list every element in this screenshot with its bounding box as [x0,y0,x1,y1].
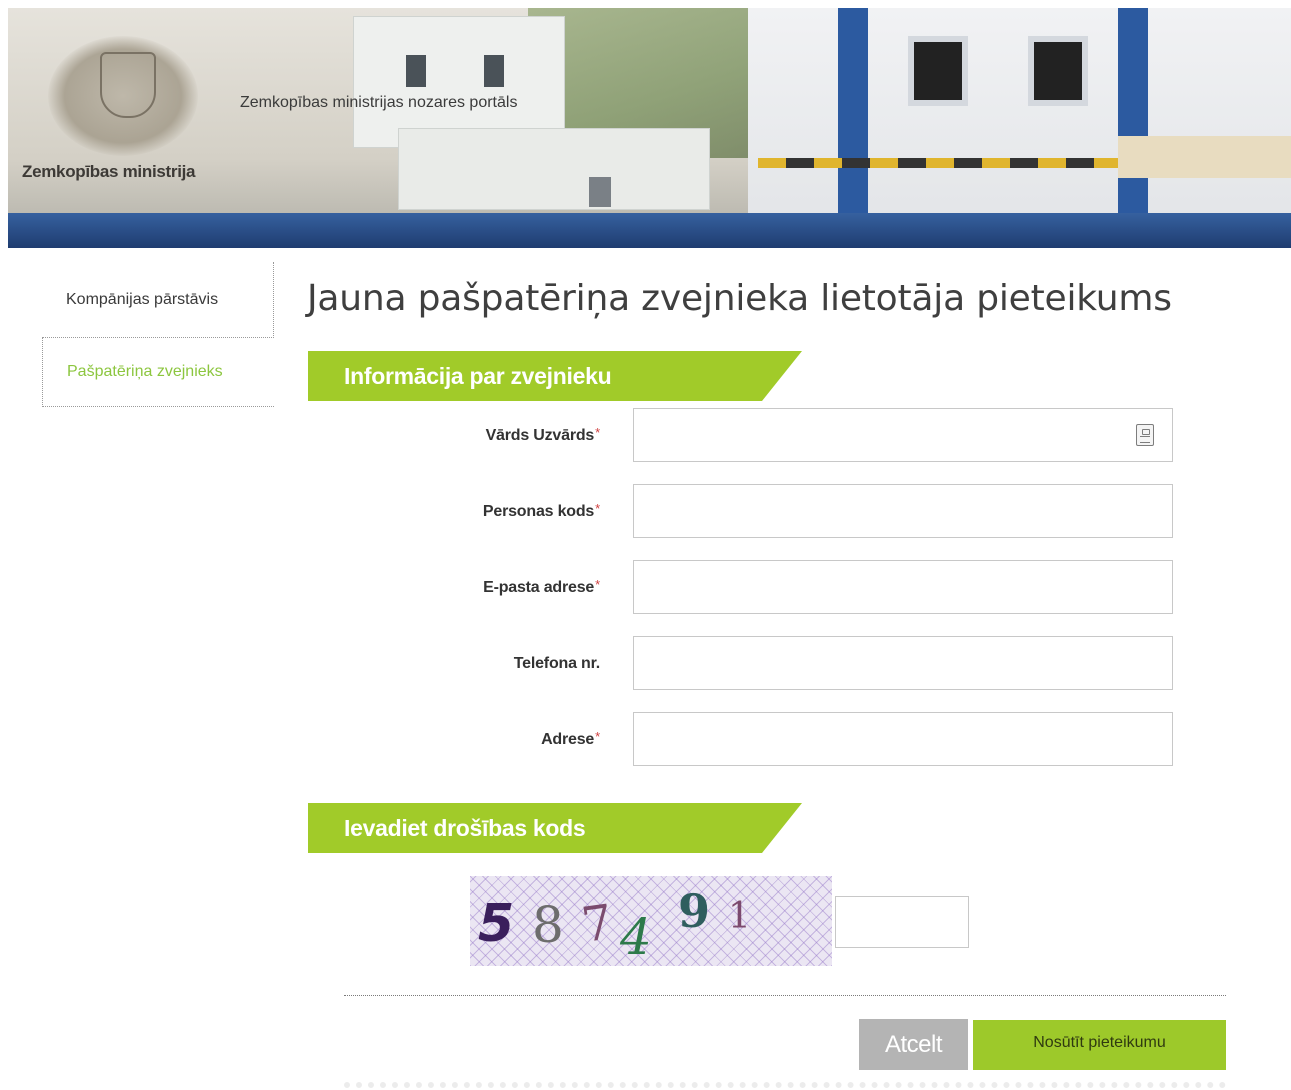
banner-crates [1118,136,1291,178]
banner-hull [8,213,1291,248]
portal-title: Zemkopības ministrijas nozares portāls [240,94,518,111]
captcha-digit: 5 [478,894,515,954]
header-banner: Zemkopības ministrija Zemkopības ministr… [8,8,1291,248]
full-name-label: Vārds Uzvārds * [485,408,601,464]
captcha-digit: 1 [728,896,751,937]
sidebar-item-company-representative[interactable]: Kompānijas pārstāvis [42,262,274,338]
captcha-digit: 8 [532,896,564,954]
full-name-label-text: Vārds Uzvārds [485,427,595,444]
banner-pillar [838,8,868,223]
banner-pillar [1118,8,1148,223]
address-field[interactable] [633,712,1173,766]
sidebar-item-label: Pašpatēriņa zvejnieks [67,363,223,380]
captcha-digit: 9 [678,884,711,938]
section-heading-label: Ievadiet drošības kods [344,814,586,841]
banner-ship-deck [398,128,710,210]
form-row-full-name: Vārds Uzvārds * [308,408,1178,464]
coat-of-arms-shield-icon [100,52,156,118]
contact-autofill-icon[interactable] [1136,424,1154,446]
captcha-digit: 7 [578,894,617,954]
banner-window [589,177,611,207]
form-row-address: Adrese * [308,712,1178,768]
personal-code-field[interactable] [633,484,1173,538]
banner-building [748,8,1291,223]
email-field[interactable] [633,560,1173,614]
section-heading-security-code: Ievadiet drošības kods [308,803,802,853]
address-label: Adrese * [541,712,600,768]
email-label: E-pasta adrese * [483,560,600,616]
captcha-image: 5 8 7 4 9 1 [470,876,832,966]
address-label-text: Adrese [541,731,595,748]
banner-window [1028,36,1088,106]
required-marker: * [595,424,600,440]
form-row-phone: Telefona nr. [308,636,1178,692]
banner-window [406,55,426,87]
sidebar-item-label: Kompānijas pārstāvis [66,290,219,308]
ministry-name: Zemkopības ministrija [22,162,196,181]
personal-code-label: Personas kods * [483,484,600,540]
required-marker: * [595,576,600,592]
form-row-personal-code: Personas kods * [308,484,1178,540]
phone-label-text: Telefona nr. [513,655,600,672]
captcha-digit: 4 [620,908,652,966]
captcha-input[interactable] [835,896,969,948]
submit-application-button[interactable]: Nosūtīt pieteikumu [973,1020,1226,1070]
required-marker: * [595,728,600,744]
section-heading-fisher-info: Informācija par zvejnieku [308,351,802,401]
full-name-field[interactable] [633,408,1173,462]
personal-code-label-text: Personas kods [482,503,595,520]
sidebar-item-self-consumption-fisher[interactable]: Pašpatēriņa zvejnieks [42,337,274,407]
section-heading-label: Informācija par zvejnieku [344,362,612,389]
divider [344,995,1226,996]
required-marker: * [595,500,600,516]
banner-window [908,36,968,106]
email-label-text: E-pasta adrese [483,579,595,596]
phone-label: Telefona nr. [514,636,600,692]
page-title: Jauna pašpatēriņa zvejnieka lietotāja pi… [307,278,1172,319]
divider [344,1082,1226,1088]
cancel-button[interactable]: Atcelt [859,1019,968,1070]
banner-window [484,55,504,87]
form-row-email: E-pasta adrese * [308,560,1178,616]
phone-field[interactable] [633,636,1173,690]
